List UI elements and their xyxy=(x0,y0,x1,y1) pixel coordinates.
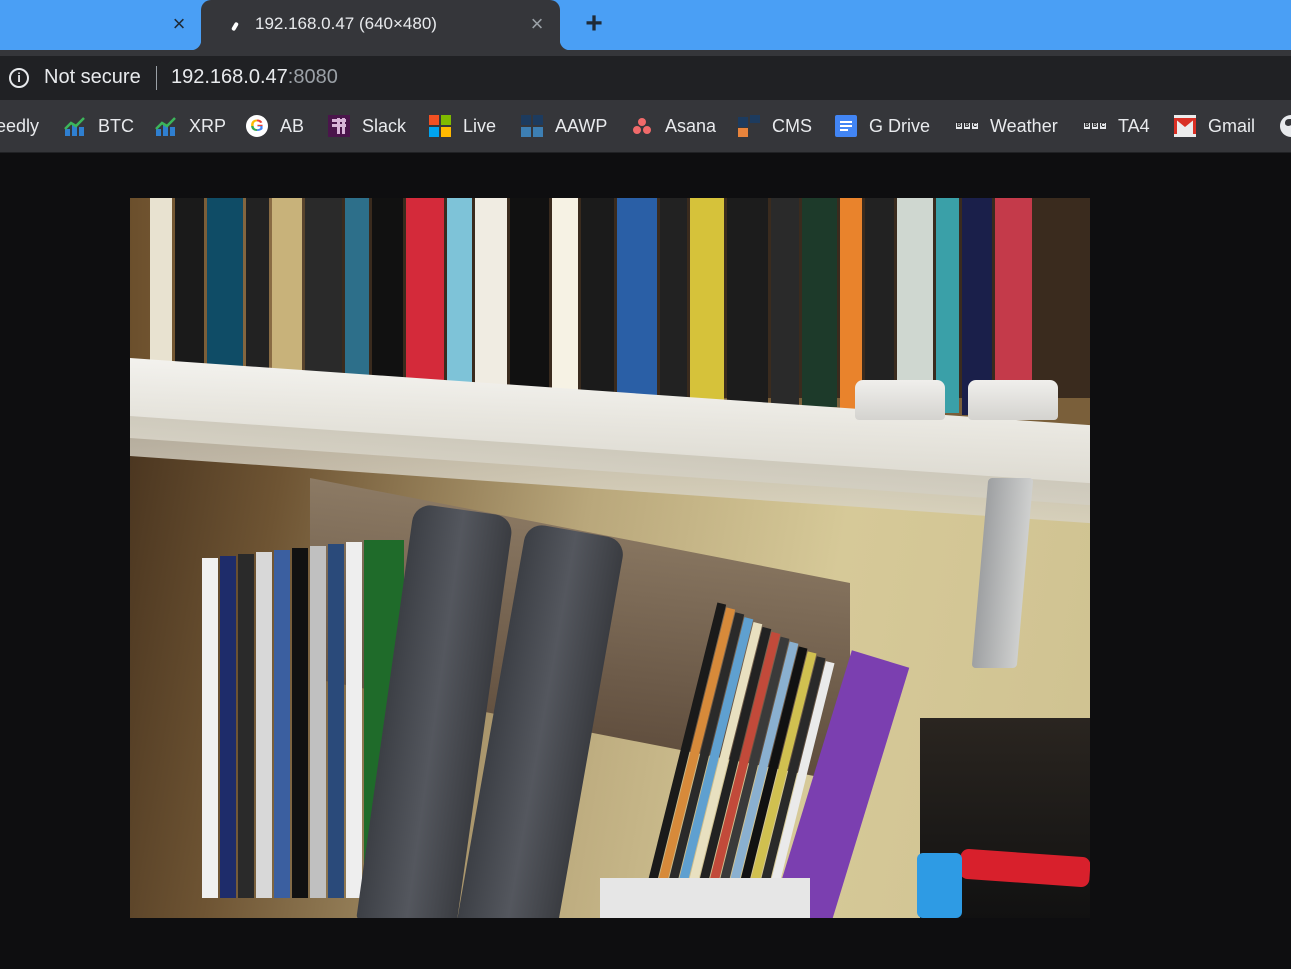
toolbar: i Not secure 192.168.0.47:8080 xyxy=(0,50,1291,100)
bbc-icon: BBC xyxy=(1084,123,1106,129)
separator xyxy=(156,66,157,90)
photo-white-box xyxy=(600,878,810,918)
photo-book-spine xyxy=(246,198,269,379)
bookmark-label: CMS xyxy=(772,115,812,136)
bookmark-label: Live xyxy=(463,115,497,136)
image-loading-icon xyxy=(231,18,239,32)
photo-book-spine xyxy=(727,198,768,403)
tab-title: 192.168.0.47 (640×480) xyxy=(255,14,437,33)
bookmark-label: TA4 xyxy=(1118,115,1150,136)
photo-book-spine xyxy=(272,198,302,381)
photo-book-spine xyxy=(510,198,549,392)
chart-icon xyxy=(155,115,177,137)
photo-magazine xyxy=(328,544,344,898)
cms-icon xyxy=(738,115,760,137)
photo-magazine xyxy=(292,548,308,898)
photo-book-spine xyxy=(840,198,862,409)
url-host: 192.168.0.47 xyxy=(171,66,288,88)
photo-book-spine xyxy=(581,198,614,396)
photo-book-spine xyxy=(617,198,657,398)
bookmark-aawp[interactable]: AAWP xyxy=(521,114,607,138)
photo-book-spine xyxy=(771,198,799,406)
photo-plug xyxy=(855,380,945,420)
photo-book-spine xyxy=(345,198,369,384)
tab-inactive[interactable]: × xyxy=(0,0,200,50)
microsoft-icon xyxy=(429,115,451,137)
bookmark-btc[interactable]: BTC xyxy=(64,114,134,138)
bookmark-gmail[interactable]: Gmail xyxy=(1174,114,1255,138)
photo-book-spine xyxy=(372,198,403,386)
security-label[interactable]: Not secure xyxy=(44,66,141,89)
photo-magazine xyxy=(310,546,326,898)
photo-book-spine xyxy=(175,198,204,376)
photo-plug xyxy=(968,380,1058,420)
photo-magazine xyxy=(274,550,290,898)
bookmark-label: eedly xyxy=(0,115,40,136)
aawp-icon xyxy=(521,115,543,137)
address-bar[interactable]: i Not secure 192.168.0.47:8080 xyxy=(0,56,1291,100)
photo-book-spine xyxy=(207,198,243,377)
photo-book-spine xyxy=(305,198,342,382)
photo-book-spine xyxy=(475,198,507,391)
bookmark-label: G Drive xyxy=(869,115,931,136)
bookmark-label: Weather xyxy=(990,115,1058,136)
camera-image[interactable] xyxy=(130,198,1090,918)
google-icon: G xyxy=(246,115,268,137)
photo-book-spine xyxy=(552,198,578,395)
photo-magazine xyxy=(346,542,362,898)
info-icon[interactable]: i xyxy=(9,68,29,88)
bookmark-asana[interactable]: Asana xyxy=(631,114,716,138)
photo-book-spine xyxy=(690,198,724,401)
bookmark-label: BTC xyxy=(98,115,134,136)
bookmark-label: Asana xyxy=(665,115,717,136)
slack-icon xyxy=(328,115,350,137)
photo-book-spine xyxy=(150,198,172,374)
photo-magazine xyxy=(238,554,254,898)
bookmark-label: AB xyxy=(280,115,305,136)
bookmark-cms[interactable]: CMS xyxy=(738,114,812,138)
bookmark-live[interactable]: Live xyxy=(429,114,496,138)
globe-icon xyxy=(1280,115,1291,137)
bookmark-ab[interactable]: G AB xyxy=(246,114,304,138)
bookmark-label: AAWP xyxy=(555,115,608,136)
bookmark-label: XRP xyxy=(189,115,227,136)
bookmark-ta4[interactable]: BBC TA4 xyxy=(1084,114,1150,138)
bookmark-xrp[interactable]: XRP xyxy=(155,114,226,138)
tab-strip: × 192.168.0.47 (640×480) × + xyxy=(0,0,1291,50)
photo-magazine xyxy=(220,556,236,898)
bookmark-label: Gmail xyxy=(1208,115,1256,136)
url-port: :8080 xyxy=(287,66,338,88)
close-tab-icon[interactable]: × xyxy=(526,12,548,36)
photo-blue-object xyxy=(917,853,962,918)
bookmark-slack[interactable]: Slack xyxy=(328,114,406,138)
photo-magazine xyxy=(256,552,272,898)
tab-active[interactable]: 192.168.0.47 (640×480) × xyxy=(191,0,570,50)
photo-book-spine xyxy=(660,198,687,400)
photo-book-spine xyxy=(865,198,894,410)
bookmark-weather[interactable]: BBC Weather xyxy=(956,114,1058,138)
chart-icon xyxy=(64,115,86,137)
bookmark-label: Slack xyxy=(362,115,407,136)
close-tab-icon[interactable]: × xyxy=(168,12,190,36)
bookmark-feedly[interactable]: eedly xyxy=(0,114,39,138)
photo-book-spine xyxy=(447,198,472,389)
photo-magazine xyxy=(202,558,218,898)
bookmark-globe[interactable] xyxy=(1280,114,1291,138)
url-text[interactable]: 192.168.0.47:8080 xyxy=(171,66,338,89)
bookmarks-bar: eedly BTC XRP G AB Slack Live AAWP Asana… xyxy=(0,100,1291,153)
photo-book-spine xyxy=(802,198,837,407)
bookmark-gdrive[interactable]: G Drive xyxy=(835,114,930,138)
bbc-icon: BBC xyxy=(956,123,978,129)
gmail-icon xyxy=(1174,115,1196,137)
asana-icon xyxy=(631,115,653,137)
photo-book-spine xyxy=(406,198,444,387)
new-tab-button[interactable]: + xyxy=(580,9,608,39)
google-docs-icon xyxy=(835,115,857,137)
